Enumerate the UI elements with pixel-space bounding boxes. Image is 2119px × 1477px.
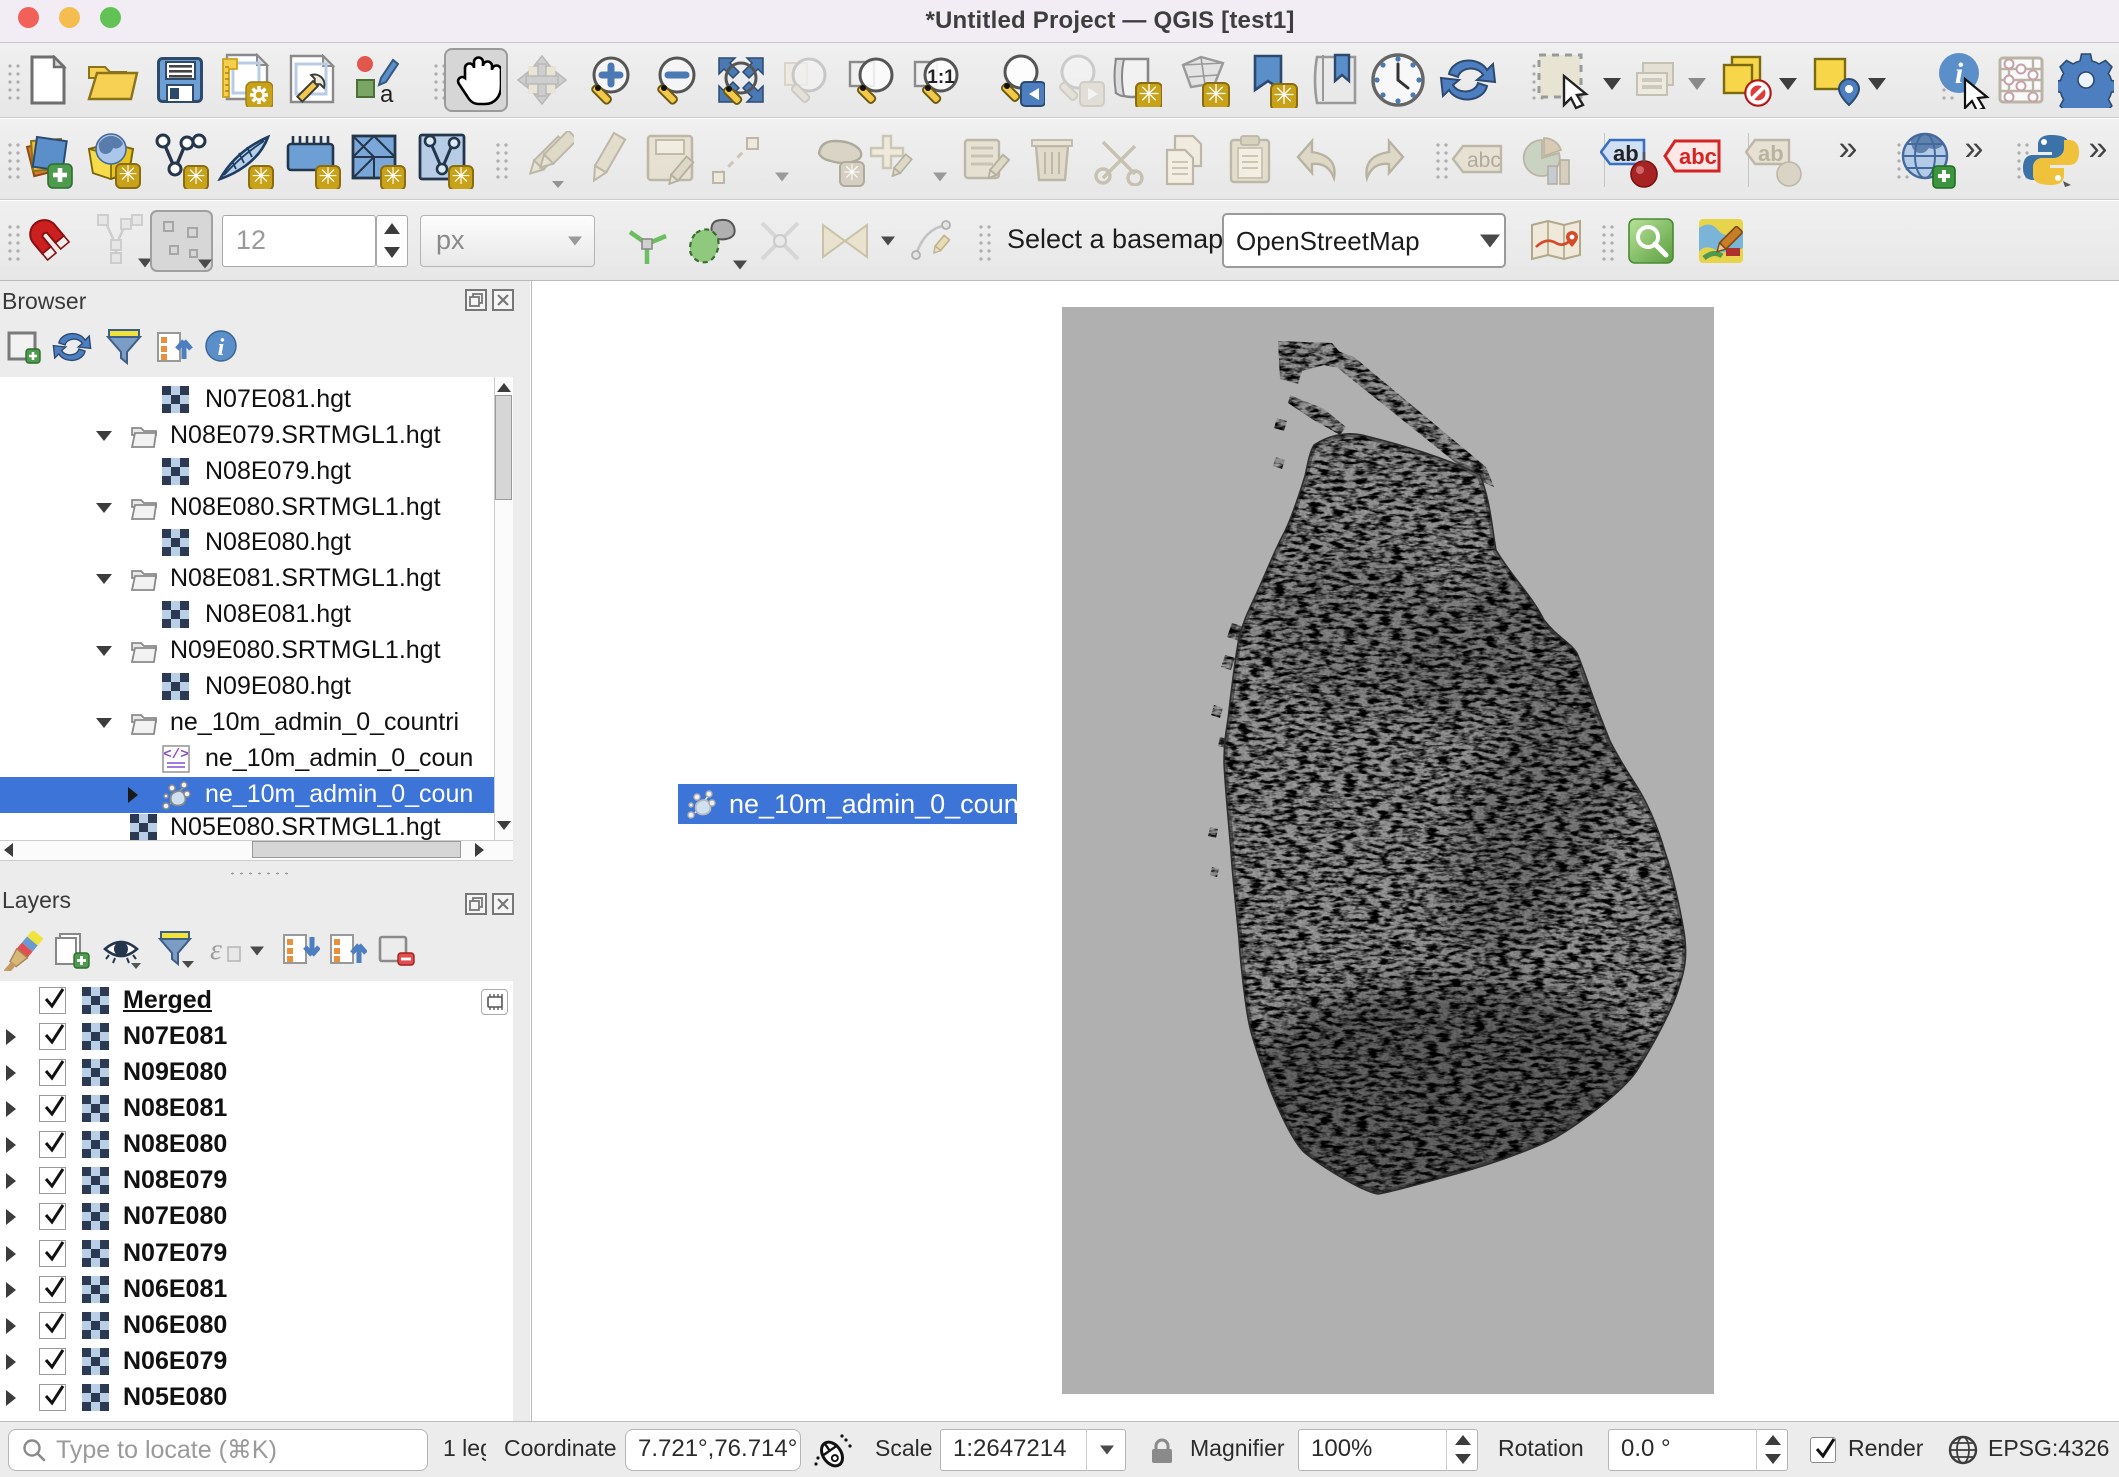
svg-text:✳: ✳ [186,163,205,189]
svg-text:✳: ✳ [1273,80,1295,108]
svg-text:a: a [380,81,394,104]
svg-text:✳: ✳ [251,163,270,189]
svg-text:i: i [1955,57,1964,90]
svg-text:i: i [218,335,225,361]
svg-text:✳: ✳ [118,161,137,187]
svg-text:✳: ✳ [1138,79,1160,107]
svg-text:abc: abc [1679,144,1717,169]
svg-text:abc: abc [1467,149,1501,172]
svg-text:ε: ε [210,933,222,966]
svg-text:1:1: 1:1 [927,67,955,88]
svg-text:ab: ab [1613,141,1639,166]
svg-text:✳: ✳ [451,163,470,189]
svg-text:</>: </> [163,747,188,763]
svg-text:✳: ✳ [843,160,861,185]
svg-text:✳: ✳ [383,163,402,189]
svg-text:ab: ab [1758,141,1784,166]
svg-text:✳: ✳ [1205,79,1227,107]
svg-text:✳: ✳ [318,163,337,189]
